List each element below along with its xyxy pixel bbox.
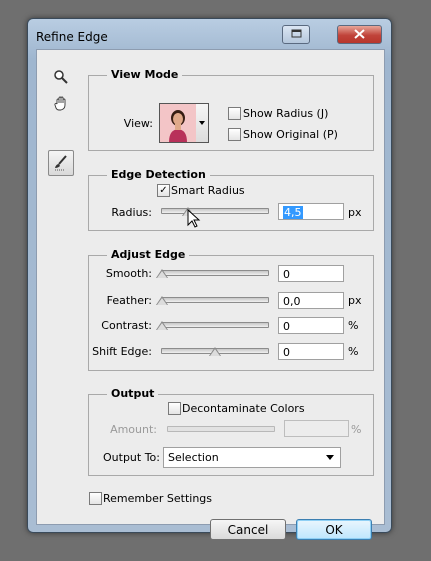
close-icon [354,29,365,39]
smooth-label: Smooth: [105,267,152,280]
refine-radius-tool[interactable] [48,150,74,176]
shift-edge-label: Shift Edge: [92,345,152,358]
cancel-button[interactable]: Cancel [210,519,286,540]
mouse-cursor-icon [187,209,201,228]
amount-label: Amount: [110,423,157,436]
checkmark-icon: ✓ [159,184,168,196]
amount-input [284,420,349,437]
window-title: Refine Edge [36,30,108,44]
remember-settings-label[interactable]: Remember Settings [103,492,212,505]
view-label: View: [123,117,153,130]
portrait-preview-icon [160,104,196,142]
feather-label: Feather: [106,294,152,307]
hand-icon [54,96,66,111]
smooth-input[interactable]: 0 [278,265,344,282]
view-mode-legend: View Mode [107,68,183,81]
radius-input[interactable]: 4,5 [278,203,344,220]
feather-slider-thumb[interactable] [156,296,168,305]
smooth-slider-thumb[interactable] [156,269,168,278]
show-original-checkbox[interactable] [228,128,241,141]
shift-edge-input[interactable]: 0 [278,343,344,360]
decontaminate-checkbox[interactable] [168,402,181,415]
title-bar[interactable]: Refine Edge [28,19,391,49]
restore-icon [291,29,302,38]
remember-settings-checkbox[interactable] [89,492,102,505]
close-button[interactable] [337,25,382,44]
radius-label: Radius: [111,206,152,219]
hand-tool[interactable] [51,93,71,113]
contrast-input[interactable]: 0 [278,317,344,334]
chevron-down-icon [199,121,205,125]
contrast-unit: % [348,319,359,332]
smart-radius-label[interactable]: Smart Radius [171,184,245,197]
decontaminate-label[interactable]: Decontaminate Colors [182,402,305,415]
show-radius-checkbox[interactable] [228,107,241,120]
smooth-slider-track[interactable] [161,270,269,276]
amount-unit: % [351,423,362,436]
view-thumbnail[interactable] [159,103,197,143]
contrast-slider-thumb[interactable] [156,321,168,330]
contrast-slider-track[interactable] [161,322,269,328]
feather-slider-track[interactable] [161,297,269,303]
contrast-label: Contrast: [101,319,152,332]
brush-icon [55,155,67,171]
radius-value: 4,5 [283,206,303,219]
restore-button[interactable] [282,25,310,44]
chevron-down-icon [326,455,334,460]
output-to-label: Output To: [103,451,160,464]
output-to-value: Selection [168,451,219,464]
amount-slider-track [167,426,275,432]
dialog-body: View Mode View: Show Radius (J) Show Ori… [36,49,385,540]
magnifier-icon [54,70,68,84]
feather-unit: px [348,294,362,307]
radius-unit: px [348,206,362,219]
output-legend: Output [107,387,159,400]
zoom-tool[interactable] [51,67,71,87]
shift-edge-slider-thumb[interactable] [209,347,221,356]
show-original-label[interactable]: Show Original (P) [243,128,338,141]
show-radius-label[interactable]: Show Radius (J) [243,107,328,120]
adjust-edge-legend: Adjust Edge [107,248,190,261]
radius-slider-track[interactable] [161,208,269,214]
smart-radius-checkbox[interactable]: ✓ [157,184,170,197]
output-to-select[interactable]: Selection [163,447,341,468]
view-dropdown-button[interactable] [196,103,209,143]
shift-edge-unit: % [348,345,359,358]
refine-edge-dialog: Refine Edge View Mode View: Show Radius … [27,18,392,540]
feather-input[interactable]: 0,0 [278,292,344,309]
ok-button[interactable]: OK [296,519,372,540]
edge-detection-legend: Edge Detection [107,168,210,181]
